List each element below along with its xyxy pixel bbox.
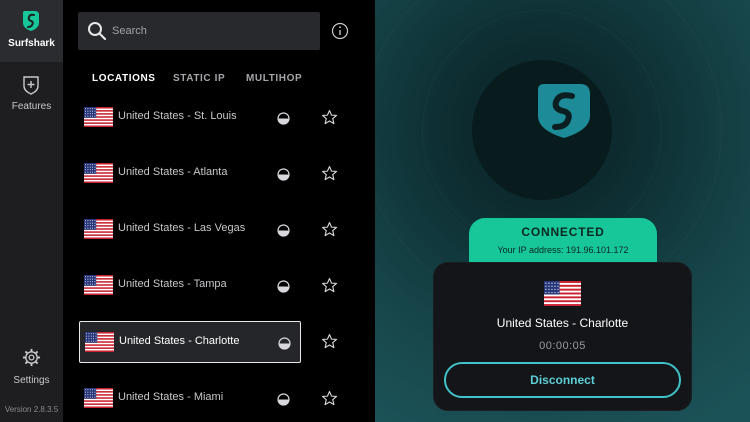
location-row-selected[interactable]: United States - Charlotte (79, 321, 301, 363)
server-load-icon (278, 337, 291, 350)
sidebar-item-features[interactable]: Features (0, 72, 63, 122)
favorite-star-icon[interactable] (321, 390, 338, 407)
location-tabs: LOCATIONS STATIC IP MULTIHOP (78, 68, 358, 90)
server-load-icon (277, 168, 290, 181)
gear-icon (22, 348, 41, 367)
search-box[interactable] (78, 12, 320, 50)
tab-locations[interactable]: LOCATIONS (92, 73, 156, 84)
search-icon (88, 22, 107, 41)
location-name: United States - Atlanta (118, 166, 228, 178)
brand-label: Surfshark (8, 38, 55, 49)
connection-status: CONNECTED (521, 225, 605, 239)
location-name: United States - Miami (118, 391, 224, 403)
version-label: Version 2.8.3.5 (4, 405, 59, 414)
location-row[interactable]: United States - Las Vegas (79, 209, 301, 251)
info-icon[interactable] (331, 22, 349, 40)
locations-panel: LOCATIONS STATIC IP MULTIHOP United Stat… (63, 0, 375, 422)
location-row[interactable]: United States - Atlanta (79, 153, 301, 195)
location-name: United States - Charlotte (119, 335, 240, 347)
server-load-icon (277, 280, 290, 293)
us-flag-icon (84, 107, 113, 127)
sidebar-item-label: Features (11, 101, 52, 112)
favorite-star-icon[interactable] (321, 333, 338, 350)
location-row[interactable]: United States - St. Louis (79, 97, 301, 139)
disconnect-button[interactable]: Disconnect (444, 362, 681, 398)
location-name: United States - Tampa (118, 278, 227, 290)
surfshark-logo-icon (23, 11, 39, 31)
location-name: United States - St. Louis (118, 110, 237, 122)
connection-timer: 00:00:05 (539, 340, 586, 352)
location-name: United States - Las Vegas (118, 222, 246, 234)
us-flag-icon (85, 332, 114, 352)
server-load-icon (277, 393, 290, 406)
favorite-star-icon[interactable] (321, 165, 338, 182)
us-flag-icon (84, 219, 113, 239)
connected-location: United States - Charlotte (496, 316, 629, 330)
location-row[interactable]: United States - Tampa (79, 265, 301, 307)
shield-plus-icon (23, 76, 39, 95)
ip-address: Your IP address: 191.96.101.172 (497, 245, 629, 255)
favorite-star-icon[interactable] (321, 221, 338, 238)
connection-card: United States - Charlotte 00:00:05 Disco… (434, 263, 691, 410)
us-flag-icon (84, 388, 113, 408)
surfshark-logo-icon (538, 84, 590, 138)
connection-area: CONNECTED Your IP address: 191.96.101.17… (375, 0, 750, 422)
favorite-star-icon[interactable] (321, 277, 338, 294)
sidebar-item-label: Settings (13, 375, 50, 386)
search-input[interactable] (112, 21, 312, 41)
sidebar-item-settings[interactable]: Settings (0, 346, 63, 388)
us-flag-icon (84, 275, 113, 295)
server-load-icon (277, 224, 290, 237)
surfshark-nav-item[interactable]: Surfshark (0, 0, 63, 62)
tab-static-ip[interactable]: STATIC IP (173, 73, 225, 84)
tab-multihop[interactable]: MULTIHOP (246, 73, 302, 84)
us-flag-icon (544, 281, 581, 306)
us-flag-icon (84, 163, 113, 183)
favorite-star-icon[interactable] (321, 109, 338, 126)
server-load-icon (277, 112, 290, 125)
nav-rail: Surfshark Features Settings Version 2.8.… (0, 0, 63, 422)
location-row[interactable]: United States - Miami (79, 378, 301, 420)
